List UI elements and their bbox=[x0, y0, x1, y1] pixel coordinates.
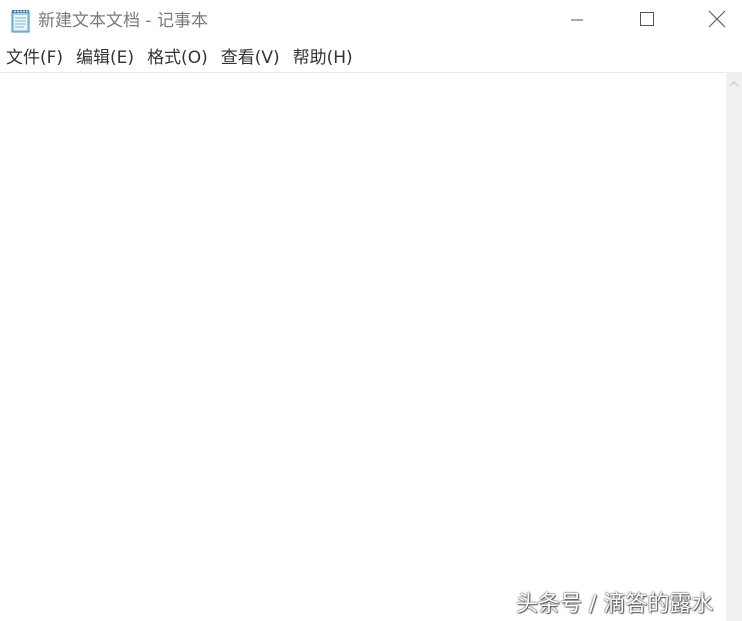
chevron-up-icon bbox=[729, 73, 739, 92]
menu-edit[interactable]: 编辑(E) bbox=[70, 44, 141, 72]
menu-bar: 文件(F) 编辑(E) 格式(O) 查看(V) 帮助(H) bbox=[0, 44, 742, 72]
close-button[interactable] bbox=[692, 0, 742, 42]
menu-view[interactable]: 查看(V) bbox=[215, 44, 287, 72]
notepad-window: 新建文本文档 - 记事本 文件(F) 编辑(E) 格式(O) 查看(V) 帮助(… bbox=[0, 0, 742, 621]
title-bar[interactable]: 新建文本文档 - 记事本 bbox=[0, 0, 742, 42]
watermark: 头条号 / 滴答的露水 bbox=[516, 592, 714, 617]
menu-file[interactable]: 文件(F) bbox=[0, 44, 70, 72]
notepad-icon[interactable] bbox=[10, 9, 32, 33]
minimize-button[interactable] bbox=[552, 0, 602, 42]
close-icon bbox=[708, 10, 726, 32]
minimize-icon bbox=[570, 12, 584, 31]
text-editor[interactable] bbox=[0, 73, 726, 621]
maximize-icon bbox=[639, 11, 655, 31]
scroll-up-button[interactable] bbox=[726, 73, 742, 91]
window-title: 新建文本文档 - 记事本 bbox=[38, 11, 208, 31]
vertical-scrollbar[interactable] bbox=[726, 73, 742, 621]
menu-format[interactable]: 格式(O) bbox=[141, 44, 215, 72]
menu-help[interactable]: 帮助(H) bbox=[287, 44, 360, 72]
maximize-button[interactable] bbox=[622, 0, 672, 42]
